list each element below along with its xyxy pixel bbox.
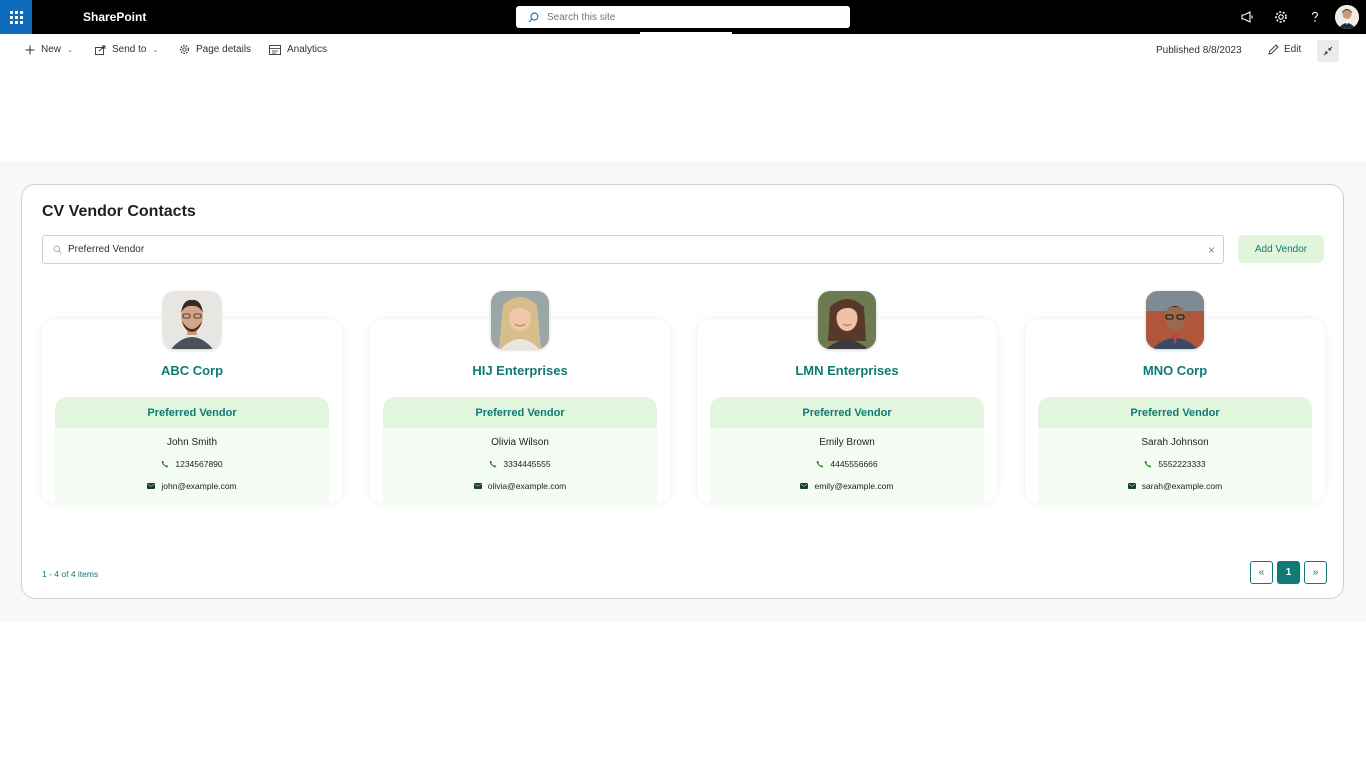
vendor-company: ABC Corp	[160, 363, 224, 378]
chevron-down-icon: ⌄	[152, 46, 159, 54]
prev-page-button[interactable]: «	[1250, 561, 1273, 584]
phone-number: 3334445555	[503, 459, 551, 469]
page-1-button[interactable]: 1	[1277, 561, 1300, 584]
settings-button[interactable]	[1264, 0, 1298, 34]
email-address: john@example.com	[161, 481, 237, 491]
vendor-photo	[1146, 291, 1204, 349]
add-vendor-button[interactable]: Add Vendor	[1238, 235, 1324, 263]
search-input[interactable]	[547, 11, 827, 23]
megaphone-icon	[1241, 11, 1253, 23]
command-bar: New ⌄ Send to ⌄ Page details Analytics P…	[0, 34, 1366, 68]
edit-label: Edit	[1284, 44, 1302, 55]
phone-icon	[1144, 460, 1152, 468]
suite-bar: SharePoint	[0, 0, 1366, 34]
contact-email[interactable]: john@example.com	[55, 481, 329, 491]
published-status: Published 8/8/2023	[1156, 45, 1242, 56]
email-icon	[1127, 483, 1136, 489]
email-icon	[473, 483, 482, 489]
email-address: olivia@example.com	[487, 481, 567, 491]
email-address: emily@example.com	[814, 481, 894, 491]
vendor-category: Preferred Vendor	[710, 397, 984, 428]
page-details-button[interactable]: Page details	[179, 44, 251, 55]
vendor-company: HIJ Enterprises	[472, 363, 568, 378]
contact-name: Olivia Wilson	[491, 437, 549, 448]
analytics-icon	[269, 44, 281, 55]
next-page-button[interactable]: »	[1304, 561, 1327, 584]
collapse-button[interactable]	[1317, 40, 1339, 62]
analytics-label: Analytics	[287, 44, 328, 55]
contact-phone[interactable]: 4445556666	[710, 459, 984, 469]
email-icon	[800, 483, 809, 489]
site-search[interactable]	[516, 6, 850, 28]
vendor-company: LMN Enterprises	[795, 363, 899, 378]
vendor-category: Preferred Vendor	[383, 397, 657, 428]
vendor-contacts-panel: CV Vendor Contacts × Add Vendor ABC Corp…	[21, 184, 1344, 599]
phone-number: 5552223333	[1158, 459, 1206, 469]
vendor-photo	[818, 291, 876, 349]
vendor-card[interactable]: LMN Enterprises Preferred Vendor Emily B…	[697, 291, 997, 505]
panel-title: CV Vendor Contacts	[42, 203, 196, 220]
phone-number: 1234567890	[175, 459, 223, 469]
vendor-details: John Smith 1234567890 john@example.com	[55, 428, 329, 503]
contact-phone[interactable]: 5552223333	[1038, 459, 1312, 469]
vendor-details: Sarah Johnson 5552223333 sarah@example.c…	[1038, 428, 1312, 503]
collapse-icon	[1323, 46, 1333, 56]
gear-icon	[1275, 11, 1287, 23]
question-icon	[1311, 11, 1319, 22]
email-address: sarah@example.com	[1141, 481, 1223, 491]
page-details-label: Page details	[196, 44, 252, 55]
email-icon	[147, 483, 156, 489]
chevron-down-icon: ⌄	[67, 46, 73, 54]
new-button[interactable]: New ⌄	[25, 44, 73, 55]
send-to-button[interactable]: Send to ⌄	[95, 44, 158, 55]
pencil-icon	[1268, 44, 1279, 55]
filter-box[interactable]: ×	[42, 235, 1224, 264]
vendor-photo	[163, 291, 221, 349]
suite-icons	[1230, 0, 1366, 34]
item-count: 1 - 4 of 4 items	[42, 569, 99, 579]
phone-icon	[489, 460, 497, 468]
phone-icon	[816, 460, 824, 468]
announcements-button[interactable]	[1230, 0, 1264, 34]
share-icon	[95, 45, 106, 55]
contact-name: John Smith	[166, 437, 218, 448]
brand-link[interactable]: SharePoint	[83, 10, 146, 24]
edit-button[interactable]: Edit	[1268, 44, 1301, 55]
page-section: CV Vendor Contacts × Add Vendor ABC Corp…	[0, 161, 1366, 622]
vendor-card[interactable]: HIJ Enterprises Preferred Vendor Olivia …	[370, 291, 670, 505]
contact-name: Emily Brown	[819, 437, 875, 448]
contact-email[interactable]: emily@example.com	[710, 481, 984, 491]
clear-icon[interactable]: ×	[1208, 243, 1215, 257]
new-label: New	[41, 44, 62, 55]
vendor-company: MNO Corp	[1142, 363, 1208, 378]
vendor-card[interactable]: ABC Corp Preferred Vendor John Smith 123…	[42, 291, 342, 505]
app-launcher-button[interactable]	[0, 0, 32, 34]
vendor-category: Preferred Vendor	[55, 397, 329, 428]
search-icon	[53, 245, 62, 254]
send-to-label: Send to	[112, 44, 147, 55]
vendor-card[interactable]: MNO Corp Preferred Vendor Sarah Johnson …	[1025, 291, 1325, 505]
contact-name: Sarah Johnson	[1141, 437, 1209, 448]
contact-email[interactable]: olivia@example.com	[383, 481, 657, 491]
vendor-photo	[491, 291, 549, 349]
help-button[interactable]	[1298, 0, 1332, 34]
search-icon	[528, 12, 539, 22]
gear-icon	[179, 44, 190, 55]
user-avatar	[1335, 5, 1359, 29]
vendor-details: Emily Brown 4445556666 emily@example.com	[710, 428, 984, 503]
contact-phone[interactable]: 1234567890	[55, 459, 329, 469]
contact-email[interactable]: sarah@example.com	[1038, 481, 1312, 491]
vendor-details: Olivia Wilson 3334445555 olivia@example.…	[383, 428, 657, 503]
contact-phone[interactable]: 3334445555	[383, 459, 657, 469]
account-button[interactable]	[1332, 0, 1366, 34]
waffle-icon	[9, 10, 23, 24]
pagination: « 1 »	[1246, 561, 1327, 584]
plus-icon	[25, 45, 35, 54]
phone-number: 4445556666	[830, 459, 878, 469]
phone-icon	[161, 460, 169, 468]
filter-input[interactable]	[68, 244, 1188, 255]
analytics-button[interactable]: Analytics	[269, 44, 327, 55]
vendor-category: Preferred Vendor	[1038, 397, 1312, 428]
